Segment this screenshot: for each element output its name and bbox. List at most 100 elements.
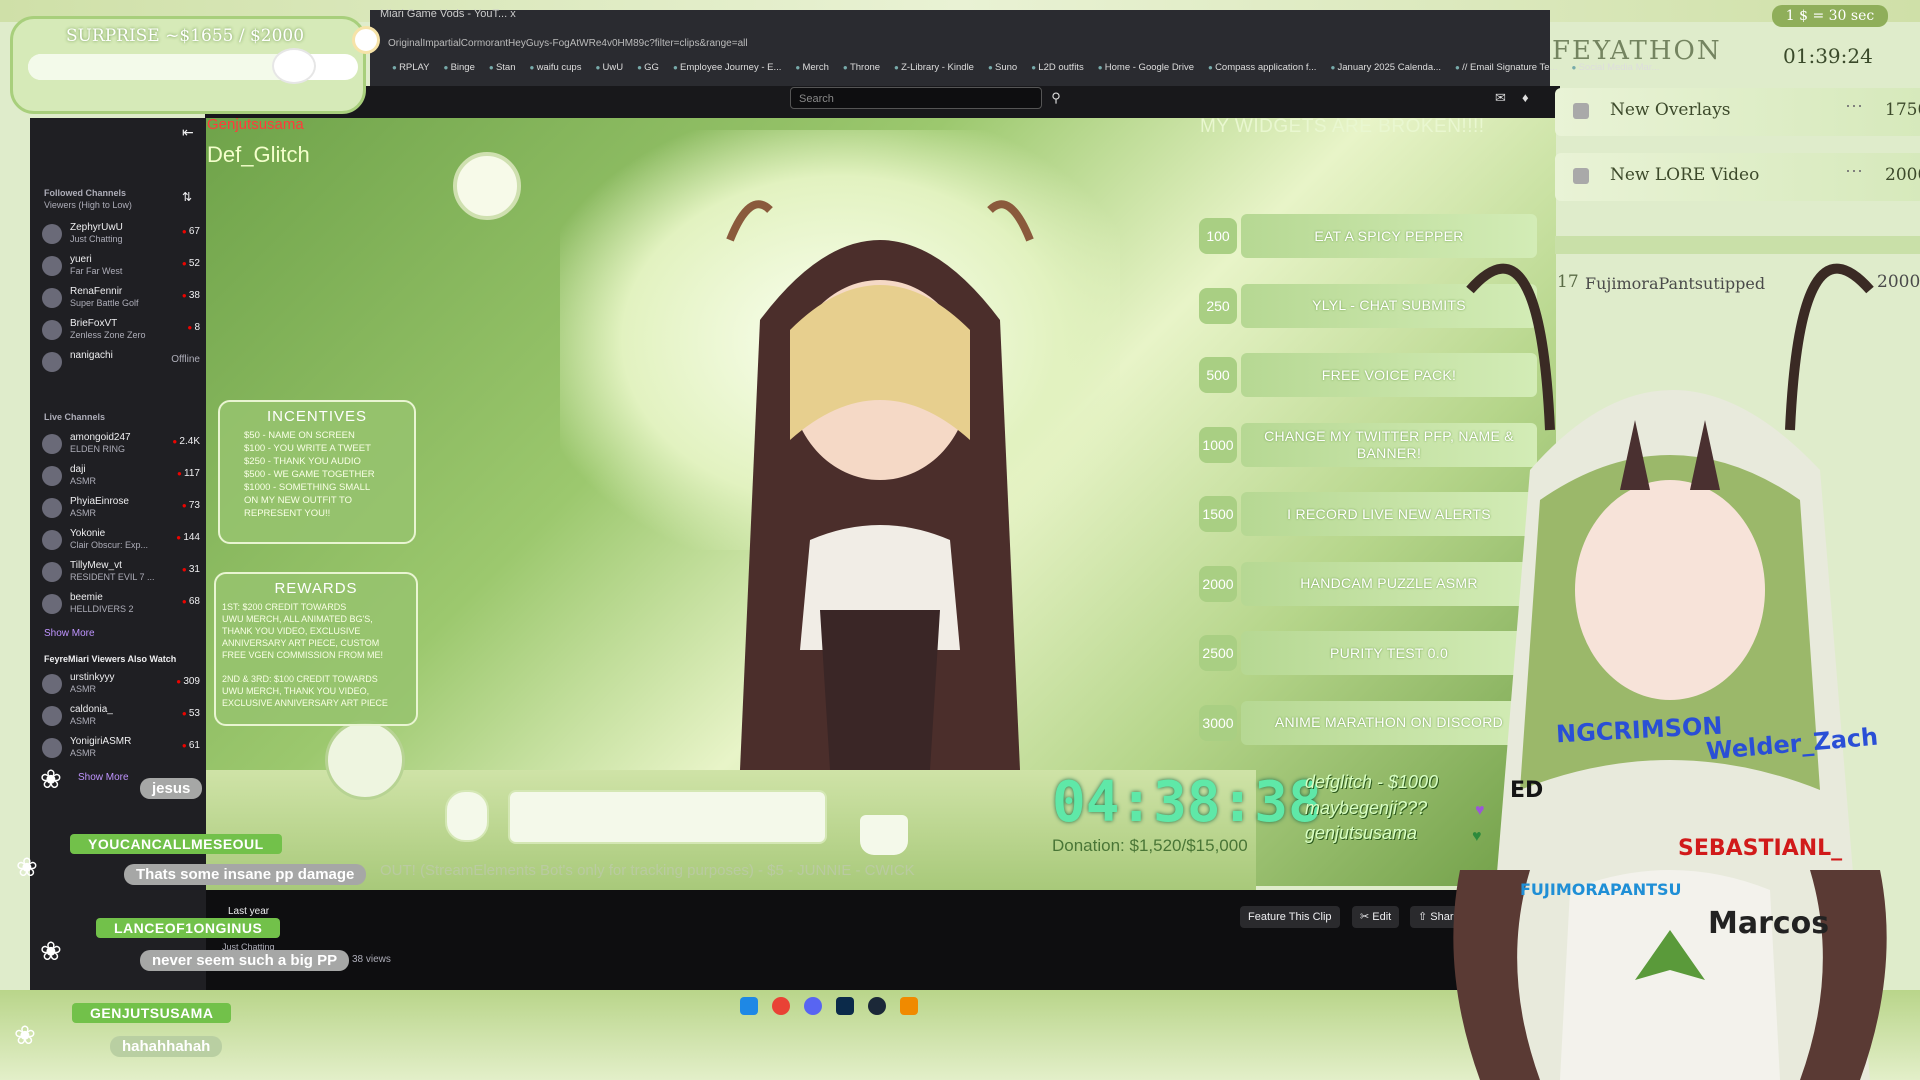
todo-label-1: New Overlays (1610, 100, 1731, 120)
channel-game: ELDEN RING (70, 444, 126, 454)
signature-sebastianl: SEBASTIANL_ (1678, 836, 1843, 861)
viewer-count: 52 (182, 258, 200, 269)
viewer-count: 53 (182, 708, 200, 719)
show-more-link-2[interactable]: Show More (78, 772, 129, 783)
windows-start-icon[interactable] (740, 997, 758, 1015)
sidebar-channel[interactable]: urstinkyyyASMR 309 (40, 672, 200, 700)
bookmark-item[interactable]: Stan (489, 62, 516, 73)
discord-icon[interactable] (804, 997, 822, 1015)
chat-username-3: LANCEOF1ONGINUS (96, 918, 281, 938)
checkbox-icon (1573, 103, 1589, 119)
bookmark-item[interactable]: GG (637, 62, 659, 73)
avatar (42, 530, 62, 550)
viewer-count: 2.4K (172, 436, 200, 447)
avatar (42, 466, 62, 486)
avatar (42, 288, 62, 308)
bookmark-item[interactable]: Z-Library - Kindle (894, 62, 974, 73)
bookmark-item[interactable]: Compass application f... (1208, 62, 1316, 73)
viewer-count: 309 (176, 676, 200, 687)
sidebar-channel[interactable]: YonigiriASMRASMR 61 (40, 736, 200, 764)
viewer-count: 117 (177, 468, 200, 479)
bookmark-item[interactable]: Merch (795, 62, 828, 73)
rewards-panel: REWARDS 1ST: $200 CREDIT TOWARDS UWU MER… (214, 572, 418, 726)
sidebar-channel[interactable]: beemieHELLDIVERS 2 68 (40, 592, 200, 620)
channel-game: HELLDIVERS 2 (70, 604, 134, 614)
avatar (42, 706, 62, 726)
inbox-icon[interactable]: ✉ (1495, 90, 1506, 106)
channel-name: RenaFennir (70, 286, 123, 297)
browser-tab[interactable]: Miari Game Vods - YouT... x (380, 8, 516, 28)
feyathon-clock: 01:39:24 (1783, 44, 1873, 68)
bookmark-item[interactable]: Throne (843, 62, 880, 73)
bookmark-item[interactable]: Binge (444, 62, 475, 73)
viewer-count: 144 (176, 532, 200, 543)
channel-name: BrieFoxVT (70, 318, 118, 329)
channel-name: yueri (70, 254, 92, 265)
bookmark-item[interactable]: RPLAY (392, 62, 429, 73)
show-more-link[interactable]: Show More (44, 628, 95, 639)
channel-name: nanigachi (70, 350, 113, 361)
incentives-list: $50 - NAME ON SCREEN $100 - YOU WRITE A … (244, 430, 375, 519)
goal-amount: 3000 (1199, 704, 1237, 741)
recent-donation-3: genjutsusama (1305, 823, 1418, 843)
bookmark-item[interactable]: January 2025 Calenda... (1330, 62, 1442, 73)
sort-icon[interactable]: ⇅ (182, 190, 192, 204)
bookmark-item[interactable]: waifu cups (530, 62, 582, 73)
goal-amount: 100 (1199, 218, 1237, 254)
search-input[interactable]: Search (790, 87, 1042, 109)
viewer-count: 68 (182, 596, 200, 607)
bookmark-item[interactable]: Employee Journey - E... (673, 62, 781, 73)
search-icon[interactable]: ⚲ (1044, 87, 1068, 109)
feature-clip-button[interactable]: Feature This Clip (1240, 906, 1340, 928)
steam-icon[interactable] (868, 997, 886, 1015)
feyathon-title: FEYATHON (1552, 36, 1722, 66)
viewer-count: 31 (182, 564, 200, 575)
collapse-sidebar-icon[interactable]: ⇤ (182, 124, 194, 141)
sub-goal-fill (28, 54, 302, 80)
viewer-count: 8 (187, 322, 200, 333)
channel-name: ZephyrUwU (70, 222, 123, 233)
bookmark-item[interactable]: L2D outfits (1031, 62, 1083, 73)
goal-amount: 1500 (1199, 496, 1237, 532)
sidebar-channel[interactable]: YokonieClair Obscur: Exp... 144 (40, 528, 200, 556)
bookmark-item[interactable]: Home - Google Drive (1098, 62, 1194, 73)
channel-game: Clair Obscur: Exp... (70, 540, 149, 550)
sidebar-channel[interactable]: BrieFoxVTZenless Zone Zero 8 (40, 318, 200, 346)
sidebar-channel[interactable]: amongoid247ELDEN RING 2.4K (40, 432, 200, 460)
sidebar-channel[interactable]: PhyiaEinroseASMR 73 (40, 496, 200, 524)
viewer-count: 61 (182, 740, 200, 751)
sidebar-channel[interactable]: nanigachi Offline (40, 350, 200, 378)
bits-icon[interactable]: ♦ (1522, 90, 1529, 105)
sidebar-channel[interactable]: dajiASMR 117 (40, 464, 200, 492)
sidebar-channel[interactable]: ZephyrUwUJust Chatting 67 (40, 222, 200, 250)
rewards-title: REWARDS (274, 580, 358, 597)
vlc-icon[interactable] (900, 997, 918, 1015)
chat-message-3: never seem such a big PP (140, 950, 350, 971)
channel-name: TillyMew_vt (70, 560, 122, 571)
bookmark-item[interactable]: UwU (595, 62, 624, 73)
sidebar-channel[interactable]: yueriFar Far West 52 (40, 254, 200, 282)
avatar (42, 738, 62, 758)
vtuber-model-right (1453, 263, 1887, 1080)
photoshop-icon[interactable] (836, 997, 854, 1015)
offline-status: Offline (171, 354, 200, 365)
address-bar[interactable]: OriginalImpartialCormorantHeyGuys-FogAtW… (388, 38, 748, 49)
chat-message-1: jesus (140, 778, 203, 799)
live-channels-header: Live Channels (44, 412, 106, 422)
viewer-count: 38 (182, 290, 200, 301)
channel-game: Zenless Zone Zero (70, 330, 146, 340)
sidebar-channel[interactable]: TillyMew_vtRESIDENT EVIL 7 ... 31 (40, 560, 200, 588)
bookmark-item[interactable]: // Email Signature Te... (1455, 62, 1557, 73)
edit-button[interactable]: ✂ Edit (1352, 906, 1400, 928)
incentives-panel: INCENTIVES $50 - NAME ON SCREEN $100 - Y… (218, 400, 416, 544)
donation-goal-text: Donation: $1,520/$15,000 (1052, 836, 1248, 855)
subathon-timer: 04:38:38 (1052, 770, 1322, 835)
sidebar-channel[interactable]: caldonia_ASMR 53 (40, 704, 200, 732)
sidebar-channel[interactable]: RenaFennirSuper Battle Golf 38 (40, 286, 200, 314)
bookmark-item[interactable]: Suno (988, 62, 1017, 73)
chrome-icon[interactable] (772, 997, 790, 1015)
goal-amount: 500 (1199, 357, 1237, 393)
channel-game: ASMR (70, 748, 97, 758)
channel-name: beemie (70, 592, 103, 603)
mouse-image (445, 790, 489, 842)
